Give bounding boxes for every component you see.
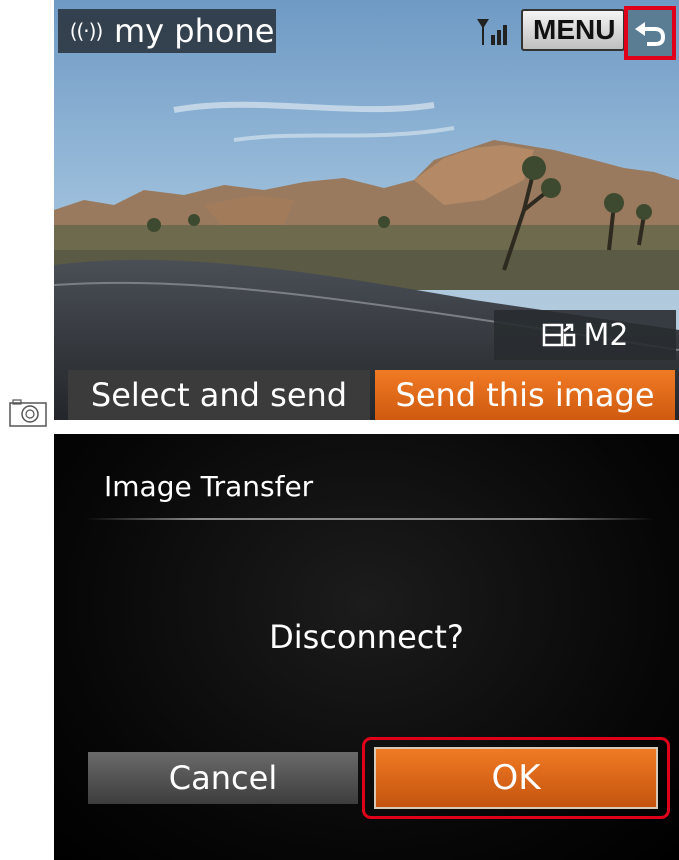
disconnect-dialog: Image Transfer Disconnect? Cancel OK xyxy=(54,434,679,860)
connection-badge: ((·)) my phone xyxy=(58,9,276,53)
dialog-title: Image Transfer xyxy=(104,470,314,503)
signal-strength-icon xyxy=(477,19,507,45)
back-button[interactable] xyxy=(624,6,676,60)
send-image-icon xyxy=(542,323,575,347)
mode-label: M2 xyxy=(583,317,629,353)
wifi-icon: ((·)) xyxy=(69,19,104,43)
send-this-image-button[interactable]: Send this image xyxy=(375,370,675,420)
cancel-button[interactable]: Cancel xyxy=(88,752,358,804)
dialog-message: Disconnect? xyxy=(269,618,464,656)
select-and-send-button[interactable]: Select and send xyxy=(68,370,370,420)
ok-button[interactable]: OK xyxy=(374,747,658,809)
back-arrow-icon xyxy=(635,22,665,46)
connection-name: my phone xyxy=(114,12,275,50)
menu-button[interactable]: MENU xyxy=(521,9,625,51)
title-divider xyxy=(86,518,654,520)
camera-send-screen: ((·)) my phone MENU M2 Select and send S… xyxy=(54,0,679,420)
camera-icon xyxy=(9,399,47,427)
image-mode-indicator: M2 xyxy=(494,310,676,360)
